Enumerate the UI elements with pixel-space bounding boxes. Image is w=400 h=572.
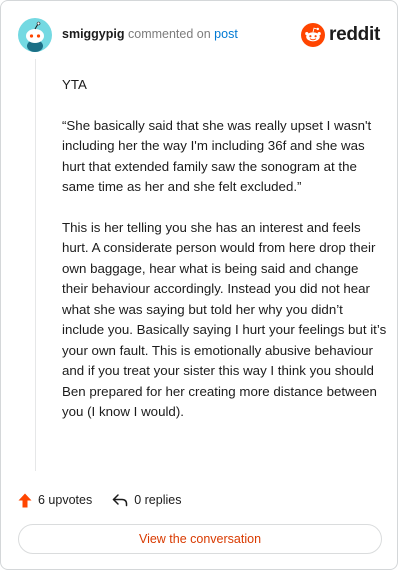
upvotes-label: 6 upvotes	[38, 493, 93, 507]
comment-header: smiggypig commented on post reddit	[18, 18, 380, 52]
comment-actions: 6 upvotes 0 replies	[18, 489, 181, 511]
comment-meta: smiggypig commented on post	[62, 27, 238, 41]
reddit-wordmark: reddit	[329, 24, 380, 45]
view-conversation-button[interactable]: View the conversation	[18, 524, 382, 554]
reddit-logo[interactable]: reddit	[301, 22, 380, 48]
comment-paragraph: “She basically said that she was really …	[62, 117, 372, 195]
comment-paragraph: This is her telling you she has an inter…	[62, 219, 387, 420]
replies-button[interactable]: 0 replies	[112, 493, 181, 507]
reddit-snoo-icon	[301, 23, 326, 47]
reply-arrow-icon	[112, 494, 128, 507]
upvote-arrow-icon	[18, 493, 32, 507]
comment-body: YTA “She basically said that she was rea…	[62, 75, 387, 443]
action-text: commented on	[128, 27, 211, 41]
snoo-avatar-icon[interactable]	[18, 18, 52, 52]
comment-card: smiggypig commented on post reddit YTA “…	[0, 0, 398, 570]
thread-line	[35, 59, 36, 471]
post-link[interactable]: post	[214, 27, 238, 41]
comment-paragraph: YTA	[62, 77, 87, 92]
replies-label: 0 replies	[134, 493, 182, 507]
upvotes-button[interactable]: 6 upvotes	[18, 493, 92, 508]
username[interactable]: smiggypig	[62, 27, 125, 41]
